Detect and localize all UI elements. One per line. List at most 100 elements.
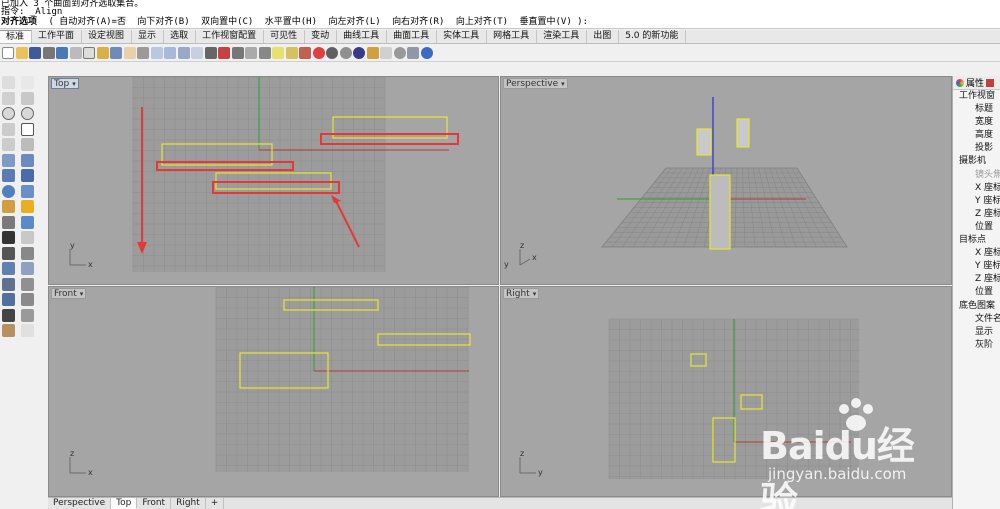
gear-icon[interactable] — [393, 47, 406, 59]
join-icon[interactable] — [2, 231, 15, 244]
surface-object[interactable] — [696, 128, 712, 156]
viewport-tab-perspective[interactable]: Perspective — [48, 498, 112, 509]
save-icon[interactable] — [29, 47, 41, 59]
cplane-icon[interactable] — [218, 47, 230, 59]
option-align-left[interactable]: 向左对齐(L) — [328, 17, 380, 27]
export-icon[interactable] — [56, 47, 68, 59]
option-center-horizontal[interactable]: 水平置中(H) — [265, 17, 317, 27]
split-icon[interactable] — [21, 215, 34, 229]
rotate-tool-icon[interactable] — [2, 262, 15, 275]
tab-set-view[interactable]: 设定视图 — [82, 30, 133, 43]
rotate-view-icon[interactable] — [137, 47, 149, 59]
option-align-top[interactable]: 向上对齐(T) — [456, 17, 508, 27]
tab-solid-tools[interactable]: 实体工具 — [437, 30, 488, 43]
copy-tool-icon[interactable] — [21, 246, 34, 260]
cylinder-icon[interactable] — [21, 184, 34, 198]
array-icon[interactable] — [2, 277, 15, 291]
tab-transform[interactable]: 变动 — [305, 30, 338, 43]
points-icon[interactable] — [258, 47, 271, 59]
tab-standard[interactable]: 标准 — [0, 30, 33, 43]
option-center-both[interactable]: 双向置中(C) — [201, 17, 253, 27]
pan-hand-icon[interactable] — [123, 47, 136, 59]
viewport-title-right[interactable]: Right ▾ — [503, 288, 540, 299]
surface-object[interactable] — [736, 118, 750, 148]
select-icon[interactable] — [245, 47, 257, 59]
tab-cplanes[interactable]: 工作平面 — [32, 30, 83, 43]
lightbulb-icon[interactable] — [272, 47, 284, 59]
render-icon[interactable] — [2, 324, 15, 337]
color-wheel-icon[interactable] — [312, 47, 325, 59]
polyline-icon[interactable] — [2, 91, 15, 105]
property-section[interactable]: 底色图案 — [953, 300, 1000, 313]
checkmark-icon[interactable] — [21, 324, 34, 337]
render-sphere-icon[interactable] — [326, 47, 338, 59]
move-icon[interactable] — [231, 47, 244, 59]
option-center-vertical[interactable]: 垂直置中(V) ): — [520, 17, 589, 27]
circle-icon[interactable] — [2, 107, 15, 120]
option-auto-align[interactable]: ( 自动对齐(A)=否 — [48, 17, 126, 27]
viewport-title-top[interactable]: Top ▾ — [51, 78, 79, 89]
option-align-bottom[interactable]: 向下对齐(B) — [137, 17, 189, 27]
copy-icon[interactable] — [83, 47, 95, 59]
tab-select[interactable]: 选取 — [164, 30, 197, 43]
new-file-icon[interactable] — [2, 47, 14, 59]
tab-viewport-layout[interactable]: 工作视窗配置 — [196, 30, 265, 43]
brush-icon[interactable] — [366, 47, 379, 59]
viewport-front[interactable]: z x Front ▾ — [48, 286, 499, 497]
sphere-icon[interactable] — [2, 184, 15, 198]
dimension-icon[interactable] — [2, 293, 15, 306]
options-icon[interactable] — [380, 47, 392, 59]
trim-icon[interactable] — [2, 215, 15, 229]
rectangle-icon[interactable] — [21, 122, 34, 136]
property-section[interactable]: 工作视窗 — [953, 90, 1000, 103]
option-align-right[interactable]: 向右对齐(R) — [392, 17, 444, 27]
move-tool-icon[interactable] — [2, 246, 15, 260]
open-file-icon[interactable] — [15, 47, 28, 59]
layer-tab-icon[interactable] — [986, 78, 995, 87]
shaded-sphere-icon[interactable] — [339, 47, 352, 59]
four-view-icon[interactable] — [204, 47, 217, 59]
properties-tab[interactable]: 属性 — [956, 76, 984, 89]
point-icon[interactable] — [21, 76, 34, 89]
viewport-title-front[interactable]: Front ▾ — [51, 288, 87, 299]
mesh-icon[interactable] — [2, 200, 15, 213]
surface-edge-icon[interactable] — [21, 153, 34, 167]
arc-icon[interactable] — [2, 122, 15, 136]
zoom-selected-icon[interactable] — [191, 47, 203, 59]
help-icon[interactable] — [420, 47, 433, 59]
add-viewport-button[interactable]: + — [206, 498, 225, 509]
command-line[interactable]: 对齐选项 ( 自动对齐(A)=否 向下对齐(B) 双向置中(C) 水平置中(H)… — [0, 16, 1000, 29]
extrude-icon[interactable] — [2, 169, 15, 182]
tab-curve-tools[interactable]: 曲线工具 — [337, 30, 388, 43]
property-section[interactable]: 目标点 — [953, 234, 1000, 247]
property-section[interactable]: 摄影机 — [953, 155, 1000, 168]
tab-mesh-tools[interactable]: 网格工具 — [487, 30, 538, 43]
lock-icon[interactable] — [285, 47, 298, 59]
polygon-icon[interactable] — [2, 138, 15, 151]
curve-icon[interactable] — [21, 91, 34, 105]
scale-tool-icon[interactable] — [21, 262, 34, 275]
print-icon[interactable] — [42, 47, 55, 59]
ellipse-icon[interactable] — [21, 107, 34, 120]
cut-icon[interactable] — [69, 47, 82, 59]
surface-icon[interactable] — [2, 153, 15, 167]
boolean-icon[interactable] — [21, 200, 34, 213]
surface-object[interactable] — [709, 174, 731, 250]
material-sphere-icon[interactable] — [353, 47, 365, 59]
zoom-extents-icon[interactable] — [177, 47, 190, 59]
paste-icon[interactable] — [96, 47, 109, 59]
grid-array-icon[interactable] — [2, 308, 15, 322]
undo-icon[interactable] — [110, 47, 122, 59]
text-icon[interactable] — [21, 293, 34, 306]
tab-visibility[interactable]: 可见性 — [264, 30, 306, 43]
viewport-perspective[interactable]: z y x Perspective ▾ — [500, 76, 952, 285]
viewport-tab-right[interactable]: Right — [171, 498, 206, 509]
viewport-top[interactable]: y x Top ▾ — [48, 76, 499, 285]
tab-new-in-v5[interactable]: 5.0 的新功能 — [619, 30, 687, 43]
zoom-window-icon[interactable] — [164, 47, 176, 59]
tab-surface-tools[interactable]: 曲面工具 — [387, 30, 438, 43]
viewport-tab-front[interactable]: Front — [137, 498, 172, 509]
box-icon[interactable] — [21, 169, 34, 182]
tools-icon[interactable] — [407, 47, 419, 59]
mirror-icon[interactable] — [21, 277, 34, 291]
